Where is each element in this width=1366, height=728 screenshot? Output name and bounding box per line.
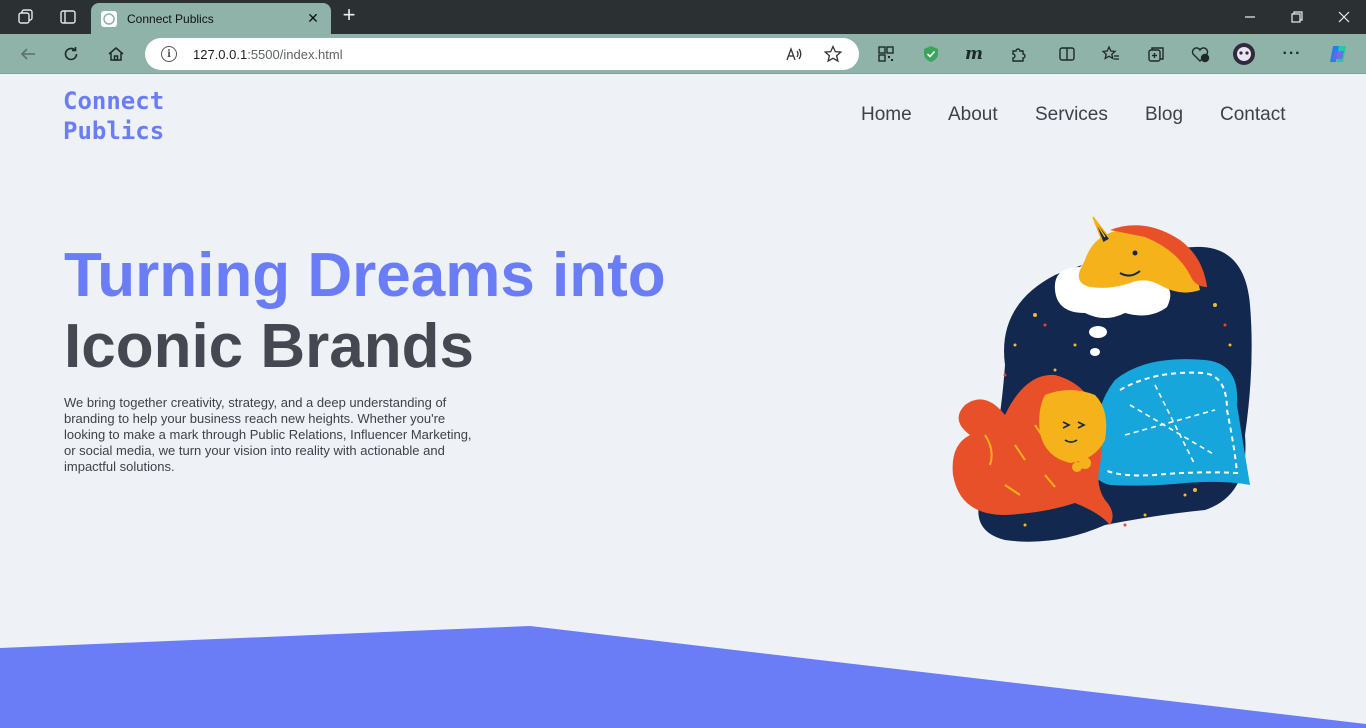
nav-services[interactable]: Services (1035, 104, 1108, 126)
close-tab-icon[interactable]: ✕ (305, 10, 321, 27)
browser-tab-active[interactable]: Connect Publics ✕ (91, 3, 331, 34)
address-path: :5500/index.html (247, 46, 343, 62)
nav-home[interactable]: Home (861, 104, 912, 126)
hero-title-line-2: Iconic Brands (64, 312, 474, 381)
more-options-icon[interactable]: ··· (1280, 42, 1304, 66)
logo-line-1: Connect (63, 87, 165, 115)
hero-title-line-1: Turning Dreams into (64, 241, 666, 310)
refresh-icon[interactable] (59, 42, 83, 66)
nav-contact[interactable]: Contact (1220, 104, 1285, 126)
nav-blog[interactable]: Blog (1145, 104, 1183, 126)
profile-avatar-icon[interactable] (1232, 42, 1256, 66)
site-info-icon[interactable]: i (161, 46, 177, 62)
minimize-icon[interactable] (1238, 5, 1262, 29)
favorites-icon[interactable] (1099, 42, 1123, 66)
logo-line-2: Publics (63, 117, 165, 145)
back-icon[interactable] (16, 42, 40, 66)
tab-title: Connect Publics (127, 11, 214, 26)
collections-icon[interactable] (1144, 42, 1168, 66)
address-bar[interactable]: i 127.0.0.1:5500/index.html (145, 38, 859, 70)
favorite-star-icon[interactable] (822, 43, 844, 65)
restore-icon[interactable] (1285, 5, 1309, 29)
split-screen-icon[interactable] (1055, 42, 1079, 66)
qr-code-icon[interactable] (874, 42, 898, 66)
close-window-icon[interactable] (1332, 5, 1356, 29)
copilot-icon[interactable] (1326, 42, 1350, 66)
tab-actions-icon[interactable] (57, 6, 79, 28)
home-icon[interactable] (104, 42, 128, 66)
address-host: 127.0.0.1 (193, 46, 248, 62)
sleeping-unicorn-illustration (952, 216, 1252, 542)
favicon-icon (101, 10, 117, 27)
workspaces-icon[interactable] (15, 6, 37, 28)
m-extension-icon[interactable]: m (962, 42, 986, 66)
hero-description: We bring together creativity, strategy, … (64, 395, 472, 474)
site-logo[interactable]: Connect Publics (63, 86, 164, 146)
read-aloud-icon[interactable] (783, 43, 805, 65)
extensions-puzzle-icon[interactable] (1007, 42, 1031, 66)
browser-essentials-icon[interactable] (1188, 42, 1212, 66)
nav-about[interactable]: About (948, 104, 998, 126)
browser-tab-bar: Connect Publics ✕ + (0, 0, 1366, 34)
new-tab-icon[interactable]: + (338, 4, 360, 27)
shield-extension-icon[interactable] (919, 42, 943, 66)
bottom-accent-band (0, 626, 1366, 728)
browser-toolbar: i 127.0.0.1:5500/index.html m ··· (0, 34, 1366, 74)
